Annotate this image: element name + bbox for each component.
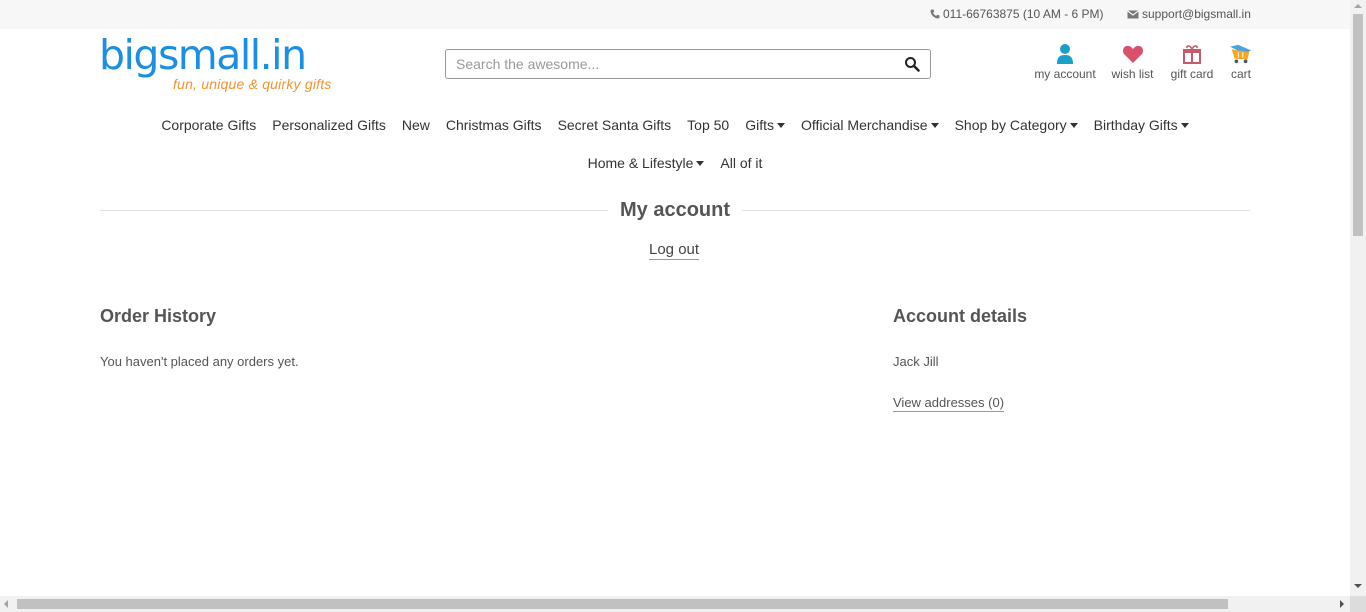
- cart-label: cart: [1230, 67, 1251, 81]
- view-addresses-link[interactable]: View addresses (0): [893, 395, 1005, 412]
- support-email[interactable]: support@bigsmall.in: [1127, 7, 1251, 21]
- order-history-empty-message: You haven't placed any orders yet.: [100, 354, 299, 369]
- nav-item-corporate-gifts[interactable]: Corporate Gifts: [161, 117, 256, 133]
- nav-item-label: New: [401, 117, 430, 133]
- nav-item-christmas-gifts[interactable]: Christmas Gifts: [446, 117, 542, 133]
- gift-card-label: gift card: [1170, 67, 1214, 81]
- main-nav: Corporate Gifts Personalized Gifts New C…: [0, 106, 1350, 182]
- nav-item-shop-by-category[interactable]: Shop by Category: [955, 117, 1078, 133]
- nav-item-label: Shop by Category: [954, 117, 1067, 133]
- nav-row-primary: Corporate Gifts Personalized Gifts New C…: [0, 106, 1350, 144]
- nav-item-birthday-gifts[interactable]: Birthday Gifts: [1094, 117, 1189, 133]
- nav-item-new[interactable]: New: [402, 117, 430, 133]
- nav-item-label: Corporate Gifts: [161, 117, 257, 133]
- nav-item-label: Secret Santa Gifts: [557, 117, 672, 133]
- search-button[interactable]: [904, 56, 920, 72]
- nav-item-home-lifestyle[interactable]: Home & Lifestyle: [588, 155, 705, 171]
- caret-down-icon: [930, 123, 939, 128]
- nav-item-label: Top 50: [687, 117, 730, 133]
- nav-item-label: Gifts: [745, 117, 774, 133]
- caret-down-icon: [1180, 123, 1189, 128]
- nav-item-label: Christmas Gifts: [445, 117, 542, 133]
- account-holder-name: Jack Jill: [893, 354, 939, 369]
- caret-down-icon: [1069, 123, 1078, 128]
- nav-item-label: Personalized Gifts: [272, 117, 386, 133]
- site-logo[interactable]: bigsmall.in fun, unique & quirky gifts: [99, 33, 339, 95]
- gift-card-link[interactable]: gift card: [1169, 43, 1215, 81]
- phone-icon: [930, 9, 940, 19]
- nav-item-label: Home & Lifestyle: [587, 155, 694, 171]
- account-details-title: Account details: [893, 306, 1028, 326]
- logout-link[interactable]: Log out: [649, 241, 700, 260]
- vertical-scroll-thumb[interactable]: [1353, 14, 1363, 236]
- page-title: My account: [607, 199, 743, 222]
- search-bar: [445, 49, 931, 79]
- support-phone[interactable]: 011-66763875 (10 AM - 6 PM): [930, 7, 1104, 21]
- nav-item-top-50[interactable]: Top 50: [687, 117, 729, 133]
- wish-list-label: wish list: [1111, 67, 1154, 81]
- top-info-bar: 011-66763875 (10 AM - 6 PM) support@bigs…: [0, 0, 1350, 29]
- scrollbar-corner: [1350, 596, 1366, 612]
- vertical-scrollbar[interactable]: [1350, 0, 1366, 596]
- nav-item-secret-santa-gifts[interactable]: Secret Santa Gifts: [558, 117, 672, 133]
- page-viewport: 011-66763875 (10 AM - 6 PM) support@bigs…: [0, 0, 1350, 596]
- nav-item-all-of-it[interactable]: All of it: [720, 155, 762, 171]
- support-email-text: support@bigsmall.in: [1142, 7, 1251, 21]
- horizontal-scrollbar[interactable]: [0, 596, 1350, 612]
- support-phone-text: 011-66763875 (10 AM - 6 PM): [943, 7, 1104, 21]
- my-account-label: my account: [1034, 67, 1096, 81]
- logo-brand-text: bigsmall.in: [99, 31, 307, 79]
- scroll-up-arrow-icon[interactable]: [1354, 4, 1362, 8]
- caret-down-icon: [777, 123, 785, 128]
- page-heading: My account: [100, 199, 1250, 225]
- gift-icon: [1183, 45, 1201, 64]
- search-input[interactable]: [446, 50, 886, 78]
- nav-item-label: All of it: [720, 155, 763, 171]
- nav-item-official-merchandise[interactable]: Official Merchandise: [801, 117, 939, 133]
- envelope-icon: [1127, 10, 1139, 19]
- scroll-right-arrow-icon[interactable]: [1340, 600, 1344, 608]
- nav-item-gifts[interactable]: Gifts: [745, 117, 785, 133]
- horizontal-scroll-thumb[interactable]: [17, 599, 1228, 609]
- scroll-left-arrow-icon[interactable]: [4, 600, 8, 608]
- my-account-link[interactable]: my account: [1034, 43, 1096, 81]
- search-icon: [905, 57, 920, 72]
- order-history-title: Order History: [100, 306, 217, 326]
- heart-icon: [1122, 45, 1143, 63]
- nav-row-secondary: Home & Lifestyle All of it: [0, 144, 1350, 182]
- caret-down-icon: [696, 161, 705, 166]
- nav-item-label: Birthday Gifts: [1093, 117, 1178, 133]
- nav-item-label: Official Merchandise: [801, 117, 928, 133]
- cart-icon: [1230, 44, 1252, 64]
- nav-item-personalized-gifts[interactable]: Personalized Gifts: [272, 117, 386, 133]
- user-icon: [1057, 44, 1073, 64]
- wish-list-link[interactable]: wish list: [1110, 43, 1155, 81]
- logo-tagline: fun, unique & quirky gifts: [173, 76, 332, 92]
- scroll-down-arrow-icon[interactable]: [1354, 584, 1362, 588]
- cart-link[interactable]: cart: [1228, 43, 1254, 81]
